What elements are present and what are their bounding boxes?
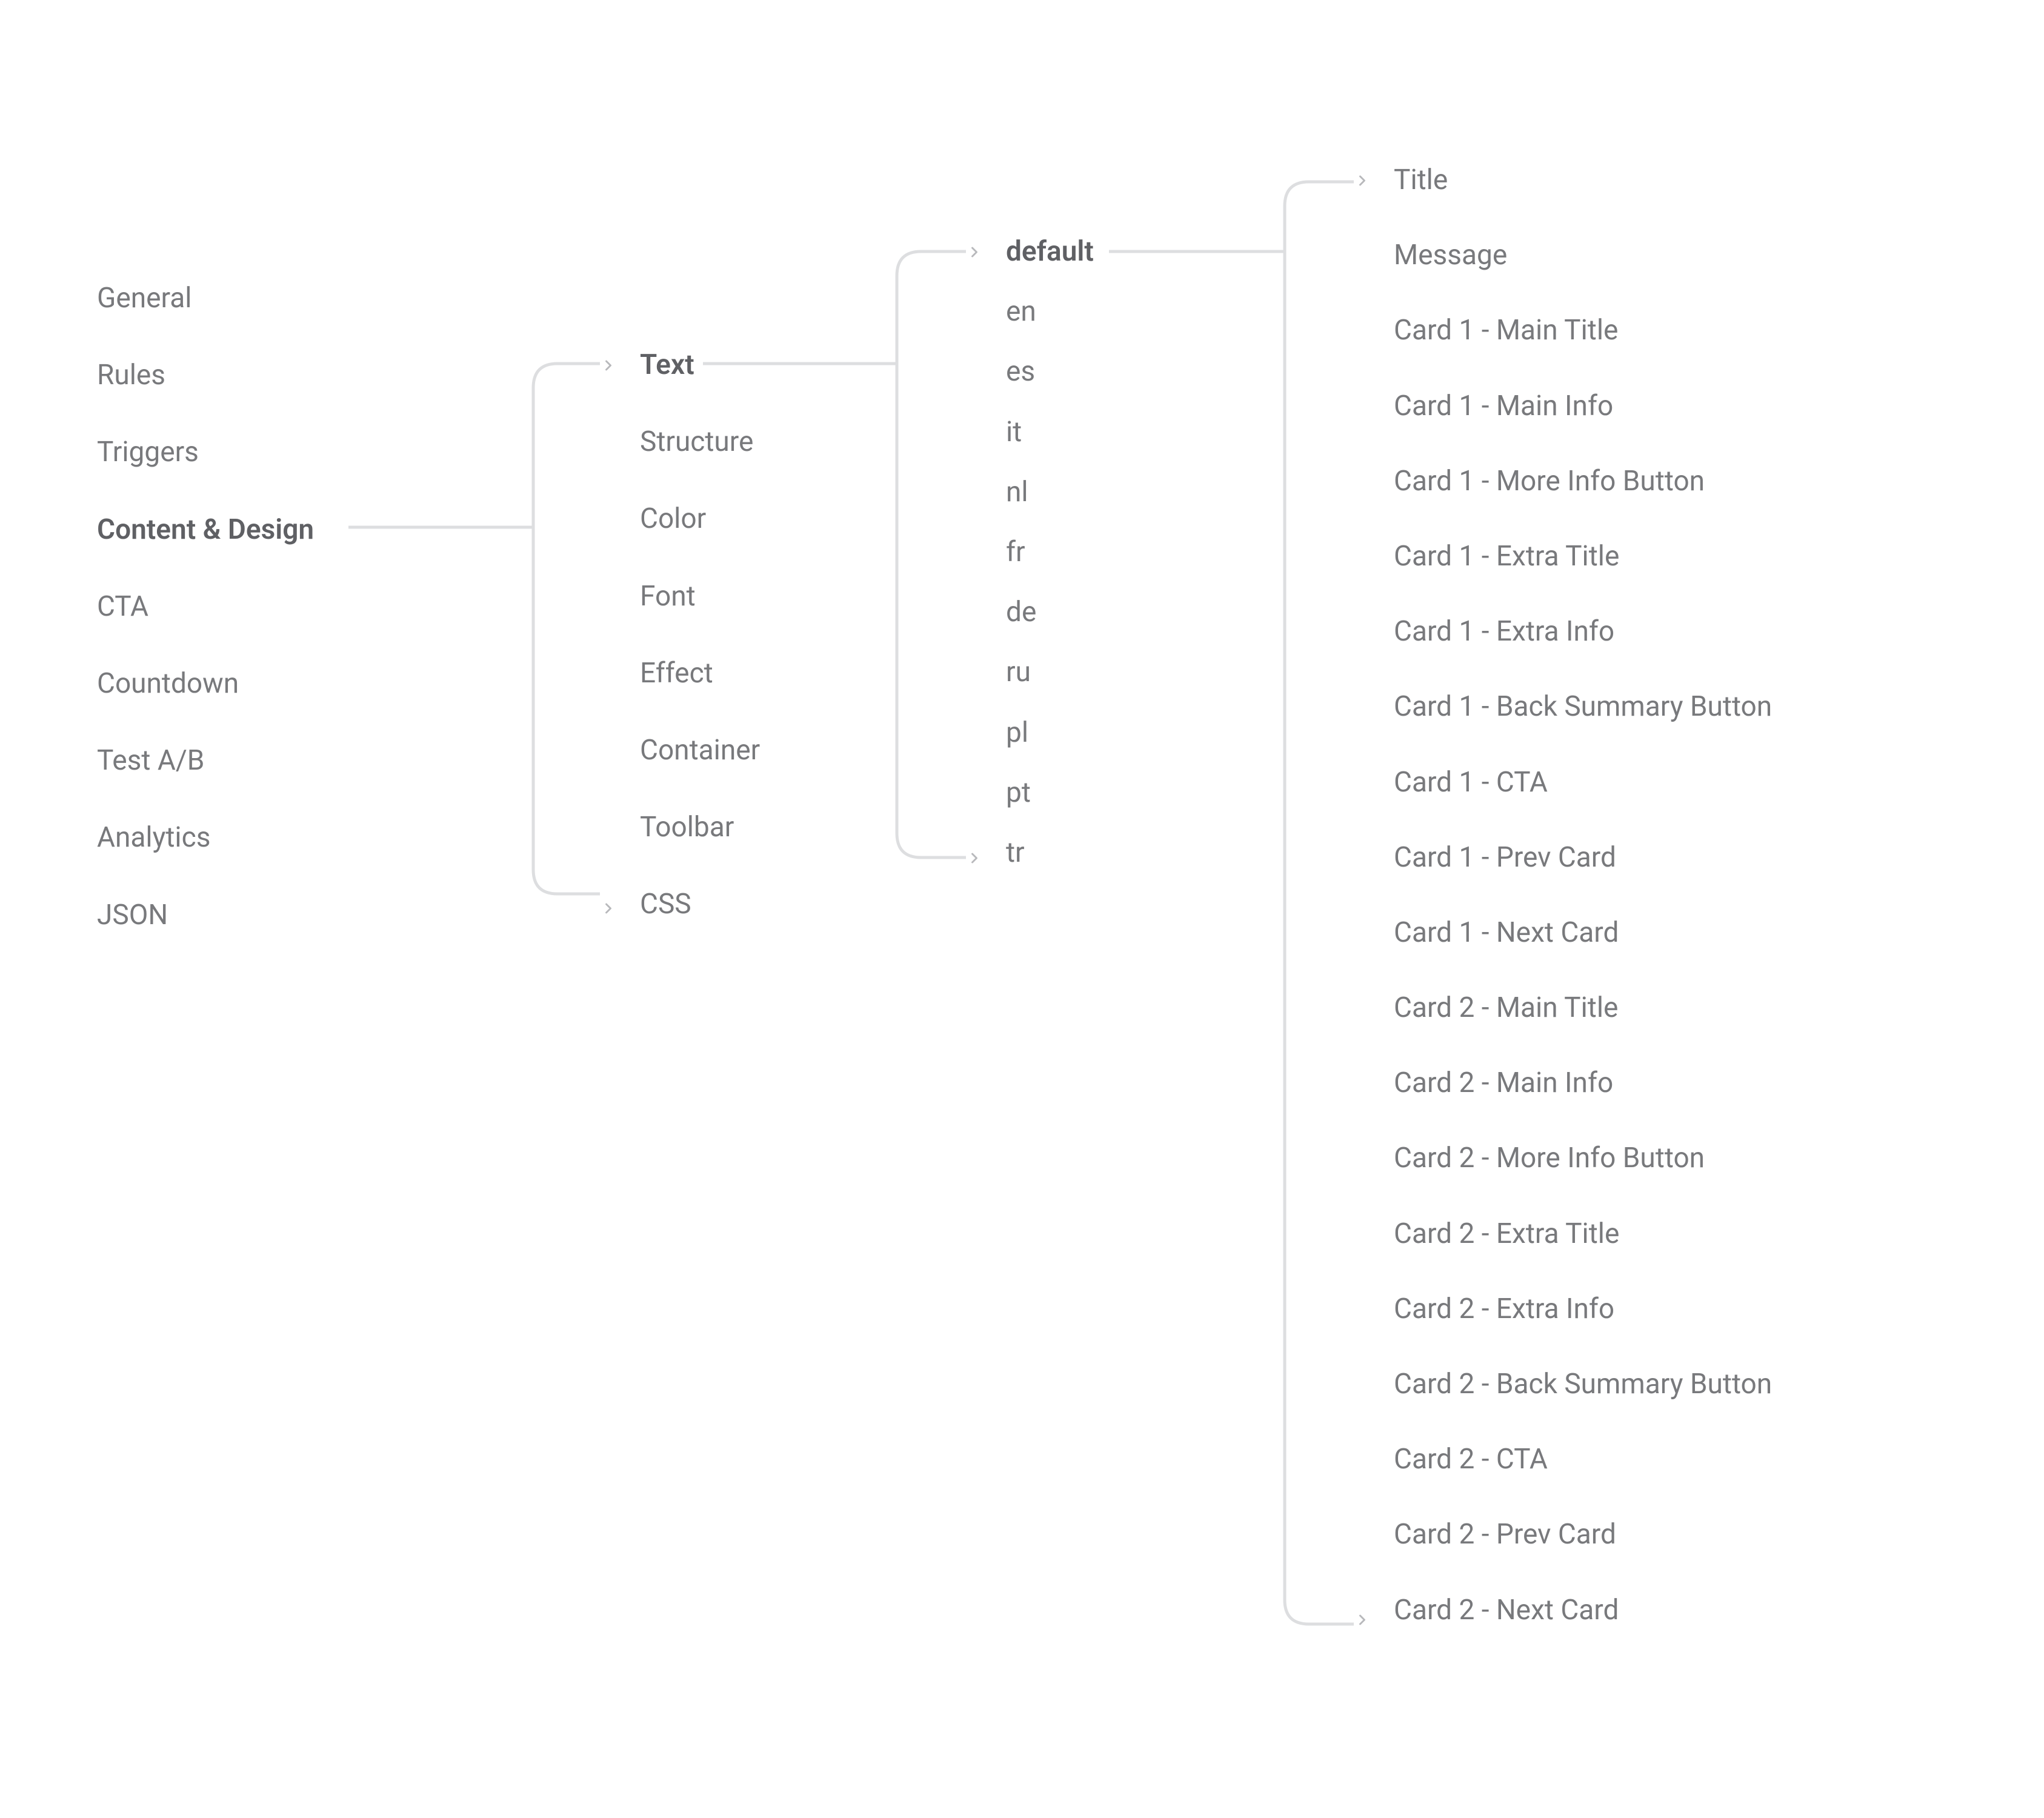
chevron-right-icon (966, 850, 983, 867)
nav-item[interactable]: Card 1 - More Info Button (1394, 465, 1772, 498)
nav-item[interactable]: Card 2 - Next Card (1394, 1594, 1772, 1627)
nav-item[interactable]: pt (1006, 776, 1094, 810)
nav-item[interactable]: Analytics (97, 821, 314, 854)
nav-item[interactable]: Countdown (97, 667, 314, 701)
nav-column-fields: Title Message Card 1 - Main Title Card 1 - … (1394, 164, 1772, 1669)
nav-item[interactable]: Triggers (97, 436, 314, 469)
chevron-right-icon (966, 244, 983, 261)
nav-item[interactable]: Card 2 - More Info Button (1394, 1142, 1772, 1175)
nav-item[interactable]: Text (640, 348, 760, 382)
nav-item[interactable]: de (1006, 596, 1094, 629)
nav-item[interactable]: Card 1 - Prev Card (1394, 841, 1772, 874)
nav-item[interactable]: tr (1006, 836, 1094, 870)
nav-item[interactable]: fr (1006, 536, 1094, 569)
nav-item[interactable]: Card 2 - CTA (1394, 1443, 1772, 1476)
nav-item[interactable]: CSS (640, 888, 760, 921)
nav-column-lang: default en es it nl fr de ru pl pt tr (1006, 235, 1094, 896)
nav-item[interactable]: Card 1 - Main Title (1394, 314, 1772, 347)
nav-item[interactable]: Card 1 - CTA (1394, 766, 1772, 799)
nav-item[interactable]: es (1006, 355, 1094, 388)
chevron-right-icon (600, 900, 617, 917)
nav-item[interactable]: Card 2 - Extra Title (1394, 1217, 1772, 1251)
chevron-right-icon (1354, 1611, 1371, 1628)
nav-item[interactable]: Card 2 - Main Title (1394, 991, 1772, 1025)
nav-item[interactable]: pl (1006, 716, 1094, 750)
nav-item[interactable]: default (1006, 235, 1094, 268)
nav-item[interactable]: Card 1 - Back Summary Button (1394, 690, 1772, 724)
nav-item[interactable]: Container (640, 734, 760, 767)
chevron-right-icon (600, 357, 617, 374)
nav-item[interactable]: General (97, 282, 314, 315)
nav-item[interactable]: Card 1 - Extra Title (1394, 540, 1772, 573)
nav-item[interactable]: Card 1 - Next Card (1394, 916, 1772, 950)
nav-item[interactable]: Color (640, 502, 760, 536)
nav-item[interactable]: Test A/B (97, 744, 314, 777)
nav-item[interactable]: Message (1394, 239, 1772, 272)
nav-item[interactable]: nl (1006, 476, 1094, 509)
nav-column-root: General Rules Triggers Content & Design CTA C… (97, 282, 314, 976)
nav-item[interactable]: Card 2 - Main Info (1394, 1067, 1772, 1100)
nav-item[interactable]: Rules (97, 359, 314, 392)
nav-item[interactable]: Font (640, 580, 760, 613)
nav-item[interactable]: Structure (640, 425, 760, 459)
nav-item[interactable]: Card 1 - Main Info (1394, 390, 1772, 423)
nav-item[interactable]: Card 2 - Extra Info (1394, 1293, 1772, 1326)
nav-item[interactable]: Effect (640, 657, 760, 690)
nav-item[interactable]: en (1006, 295, 1094, 328)
nav-item[interactable]: Card 1 - Extra Info (1394, 615, 1772, 648)
nav-item[interactable]: Card 2 - Back Summary Button (1394, 1368, 1772, 1401)
nav-item[interactable]: Card 2 - Prev Card (1394, 1518, 1772, 1551)
nav-item[interactable]: it (1006, 416, 1094, 449)
nav-item[interactable]: Content & Design (97, 513, 314, 547)
nav-column-design: Text Structure Color Font Effect Container Too… (640, 348, 760, 965)
nav-item[interactable]: CTA (97, 590, 314, 624)
nav-item[interactable]: ru (1006, 656, 1094, 689)
chevron-right-icon (1354, 172, 1371, 189)
nav-item[interactable]: JSON (97, 899, 314, 932)
nav-item[interactable]: Title (1394, 164, 1772, 197)
diagram-canvas: General Rules Triggers Content & Design CTA C… (0, 0, 2044, 1818)
nav-item[interactable]: Toolbar (640, 811, 760, 844)
